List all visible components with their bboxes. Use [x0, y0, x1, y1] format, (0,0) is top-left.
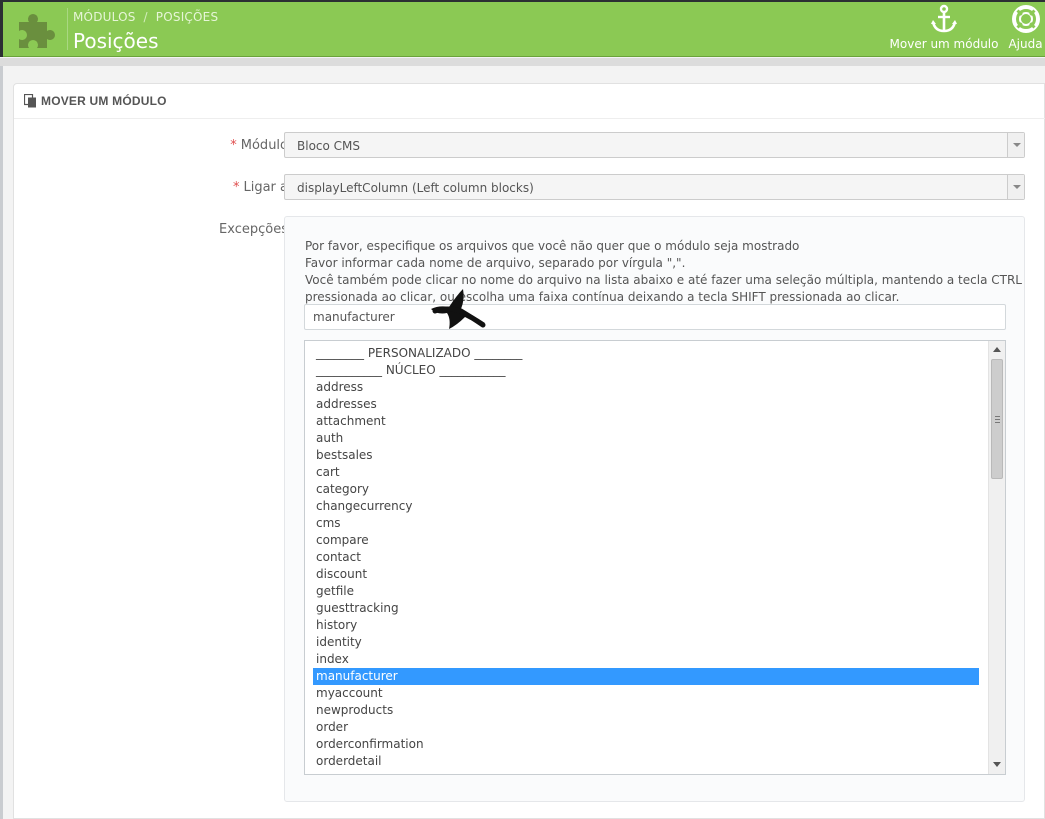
list-item[interactable]: ___________ NÚCLEO ___________: [313, 362, 979, 379]
help-line: Você também pode clicar no nome do arqui…: [305, 273, 1022, 287]
list-item[interactable]: guesttracking: [313, 600, 979, 617]
puzzle-icon: [19, 14, 55, 48]
grip-icon: [995, 416, 1000, 423]
list-item[interactable]: order: [313, 719, 979, 736]
move-module-label: Mover um módulo: [889, 37, 999, 51]
list-item[interactable]: orderdetail: [313, 753, 979, 770]
hook-select-value: displayLeftColumn (Left column blocks): [297, 181, 534, 195]
chevron-down-icon[interactable]: [1007, 133, 1024, 157]
list-item[interactable]: cms: [313, 515, 979, 532]
list-item[interactable]: contact: [313, 549, 979, 566]
module-label-text: Módulo: [240, 138, 288, 153]
required-mark: *: [230, 138, 237, 153]
list-item[interactable]: discount: [313, 566, 979, 583]
list-item[interactable]: cart: [313, 464, 979, 481]
copy-icon: [24, 94, 36, 108]
help-line: Favor informar cada nome de arquivo, sep…: [305, 256, 686, 270]
exceptions-input[interactable]: [304, 304, 1006, 330]
lifebuoy-icon: [1011, 5, 1040, 33]
exceptions-label: Excepções: [219, 222, 288, 237]
help-label: Ajuda: [1008, 37, 1043, 51]
list-item[interactable]: auth: [313, 430, 979, 447]
scroll-up-icon[interactable]: [989, 343, 1005, 357]
list-item[interactable]: ________ PERSONALIZADO ________: [313, 345, 979, 362]
exceptions-help-text: Por favor, especifique os arquivos que v…: [305, 238, 1022, 306]
panel-heading-title: MOVER UM MÓDULO: [41, 94, 167, 108]
list-item[interactable]: orderconfirmation: [313, 736, 979, 753]
module-select[interactable]: Bloco CMS: [284, 132, 1025, 158]
module-label: * Módulo: [88, 138, 288, 153]
breadcrumb-separator: /: [143, 10, 148, 24]
list-item[interactable]: address: [313, 379, 979, 396]
list-item[interactable]: compare: [313, 532, 979, 549]
list-item[interactable]: identity: [313, 634, 979, 651]
anchor-icon: [931, 4, 957, 33]
hook-label-text: Ligar a: [243, 180, 288, 195]
list-item[interactable]: getfile: [313, 583, 979, 600]
move-module-panel: MOVER UM MÓDULO * Módulo Bloco CMS * Ligar…: [13, 83, 1045, 819]
exceptions-box: Por favor, especifique os arquivos que v…: [284, 216, 1025, 802]
file-list-items: ________ PERSONALIZADO ________ _________…: [313, 345, 979, 770]
scrollbar-thumb[interactable]: [991, 359, 1003, 479]
list-item[interactable]: attachment: [313, 413, 979, 430]
left-sidebar-edge: [0, 66, 3, 819]
breadcrumb-item-positions[interactable]: POSIÇÕES: [156, 10, 218, 24]
list-item[interactable]: changecurrency: [313, 498, 979, 515]
chevron-down-icon[interactable]: [1007, 175, 1024, 199]
page-header: MÓDULOS / POSIÇÕES Posições Mover um módul…: [0, 0, 1045, 57]
move-module-button[interactable]: Mover um módulo: [888, 4, 1000, 54]
file-list-scrollbar[interactable]: [988, 341, 1005, 774]
breadcrumb-item-modules[interactable]: MÓDULOS: [73, 10, 136, 24]
header-divider: [67, 8, 68, 50]
list-item[interactable]: manufacturer: [313, 668, 979, 685]
header-subbar: [0, 58, 1045, 66]
list-item[interactable]: history: [313, 617, 979, 634]
header-top-border: [0, 0, 1045, 2]
list-item[interactable]: myaccount: [313, 685, 979, 702]
module-select-value: Bloco CMS: [297, 139, 361, 153]
panel-heading: MOVER UM MÓDULO: [14, 84, 1045, 119]
scroll-down-icon[interactable]: [989, 758, 1005, 772]
header-left-edge: [0, 0, 3, 57]
list-item[interactable]: category: [313, 481, 979, 498]
hook-select[interactable]: displayLeftColumn (Left column blocks): [284, 174, 1025, 200]
list-item[interactable]: addresses: [313, 396, 979, 413]
breadcrumb: MÓDULOS / POSIÇÕES: [73, 10, 218, 24]
list-item[interactable]: index: [313, 651, 979, 668]
page-title: Posições: [73, 29, 159, 53]
list-item[interactable]: bestsales: [313, 447, 979, 464]
help-button[interactable]: Ajuda: [1006, 4, 1045, 54]
hook-label: * Ligar a: [88, 180, 288, 195]
required-mark: *: [232, 180, 240, 195]
list-item[interactable]: newproducts: [313, 702, 979, 719]
exceptions-file-list[interactable]: ________ PERSONALIZADO ________ _________…: [304, 340, 1006, 775]
help-line: Por favor, especifique os arquivos que v…: [305, 239, 800, 253]
